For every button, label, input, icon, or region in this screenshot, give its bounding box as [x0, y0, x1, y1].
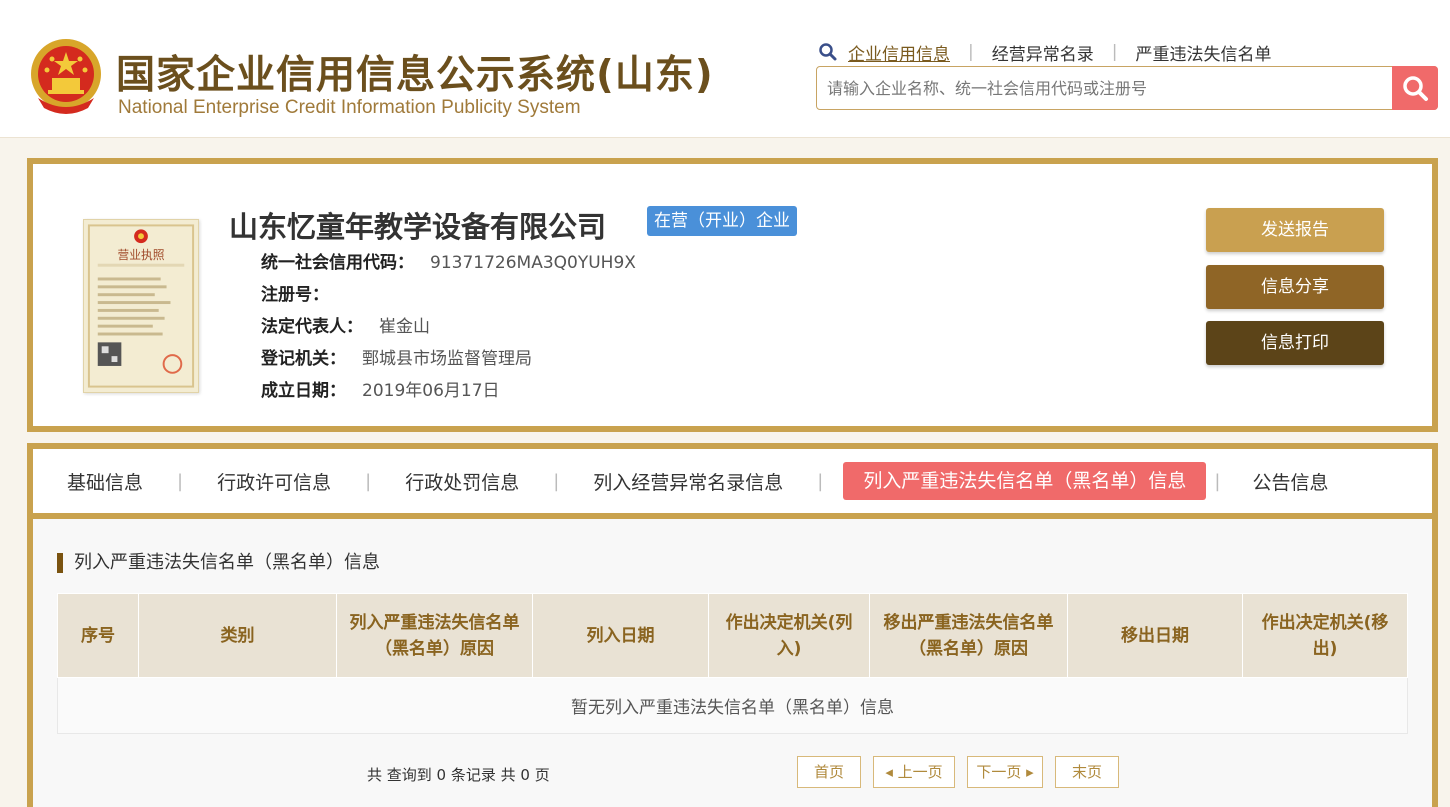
field-label: 统一社会信用代码： — [261, 253, 414, 273]
first-page-button[interactable]: 首页 — [797, 756, 861, 788]
column-header: 列入严重违法失信名单（黑名单）原因 — [336, 593, 533, 678]
national-emblem-icon — [31, 39, 101, 114]
field-establishment-date: 成立日期： 2019年06月17日 — [261, 380, 636, 412]
field-label: 登记机关： — [261, 349, 346, 369]
column-header: 移出日期 — [1067, 593, 1243, 678]
field-label: 注册号： — [261, 285, 329, 305]
field-label: 成立日期： — [261, 381, 346, 401]
search-icon — [1403, 76, 1428, 101]
top-nav: 企业信用信息 | 经营异常名录 | 严重违法失信名单 — [818, 40, 1271, 65]
nav-separator: | — [968, 42, 974, 62]
table-header-row: 序号 类别 列入严重违法失信名单（黑名单）原因 列入日期 作出决定机关(列入) … — [57, 593, 1408, 678]
field-registration-authority: 登记机关： 鄄城县市场监督管理局 — [261, 348, 636, 380]
site-subtitle: National Enterprise Credit Information P… — [118, 97, 581, 118]
column-header: 类别 — [138, 593, 337, 678]
site-title: 国家企业信用信息公示系统(山东) — [116, 53, 714, 98]
license-title: 营业执照 — [117, 248, 164, 262]
blacklist-section: 列入严重违法失信名单（黑名单）信息 序号 类别 列入严重违法失信名单（黑名单）原… — [33, 519, 1432, 807]
company-name: 山东忆童年教学设备有限公司 — [229, 210, 607, 244]
send-report-button[interactable]: 发送报告 — [1206, 208, 1384, 252]
empty-table-message: 暂无列入严重违法失信名单（黑名单）信息 — [57, 677, 1408, 734]
business-license-image[interactable]: 营业执照 — [83, 219, 199, 393]
record-count: 共 查询到 0 条记录 共 0 页 — [367, 766, 550, 784]
last-page-button[interactable]: 末页 — [1055, 756, 1119, 788]
search-box — [816, 66, 1438, 110]
tab-admin-penalty[interactable]: 行政处罚信息 — [405, 468, 519, 495]
table-row: 暂无列入严重违法失信名单（黑名单）信息 — [57, 677, 1408, 734]
field-registration-number: 注册号： — [261, 284, 636, 316]
share-info-button[interactable]: 信息分享 — [1206, 265, 1384, 309]
column-header: 作出决定机关(列入) — [708, 593, 870, 678]
search-input[interactable] — [817, 67, 1391, 109]
company-info-panel: 营业执照 山东忆童年教学设备有限公司 在营（开业）企业 统一社会信用代码： 913… — [27, 158, 1438, 432]
tab-separator: | — [553, 470, 560, 492]
nav-separator: | — [1111, 42, 1118, 62]
tab-blacklist[interactable]: 列入严重违法失信名单（黑名单）信息 — [843, 462, 1207, 500]
company-fields: 统一社会信用代码： 91371726MA3Q0YUH9X 注册号： 法定代表人： 崔… — [261, 252, 636, 412]
field-value: 91371726MA3Q0YUH9X — [430, 253, 636, 273]
field-label: 法定代表人： — [261, 317, 363, 337]
detail-panel: 基础信息 | 行政许可信息 | 行政处罚信息 | 列入经营异常名录信息 | 列入… — [27, 443, 1438, 807]
blacklist-table: 序号 类别 列入严重违法失信名单（黑名单）原因 列入日期 作出决定机关(列入) … — [57, 593, 1408, 734]
tab-separator: | — [365, 470, 372, 492]
search-icon — [819, 43, 837, 61]
column-header: 列入日期 — [532, 593, 709, 678]
column-header: 作出决定机关(移出) — [1242, 593, 1408, 678]
tab-abnormal-list[interactable]: 列入经营异常名录信息 — [593, 468, 783, 495]
column-header: 移出严重违法失信名单（黑名单）原因 — [869, 593, 1068, 678]
section-title: 列入严重违法失信名单（黑名单）信息 — [57, 553, 380, 573]
info-tabs: 基础信息 | 行政许可信息 | 行政处罚信息 | 列入经营异常名录信息 | 列入… — [33, 449, 1432, 519]
tab-separator: | — [177, 470, 184, 492]
field-value: 鄄城县市场监督管理局 — [362, 349, 532, 369]
pagination: 首页 ◂ 上一页 下一页 ▸ 末页 — [797, 756, 1131, 788]
field-credit-code: 统一社会信用代码： 91371726MA3Q0YUH9X — [261, 252, 636, 284]
prev-page-button[interactable]: ◂ 上一页 — [873, 756, 955, 788]
field-value: 崔金山 — [379, 317, 430, 337]
next-page-button[interactable]: 下一页 ▸ — [967, 756, 1043, 788]
tab-separator: | — [817, 470, 824, 492]
tab-announcements[interactable]: 公告信息 — [1252, 468, 1328, 495]
field-legal-representative: 法定代表人： 崔金山 — [261, 316, 636, 348]
status-badge: 在营（开业）企业 — [647, 206, 797, 236]
nav-blacklist[interactable]: 严重违法失信名单 — [1135, 40, 1271, 65]
column-header: 序号 — [57, 593, 139, 678]
nav-enterprise-credit[interactable]: 企业信用信息 — [848, 40, 950, 65]
print-info-button[interactable]: 信息打印 — [1206, 321, 1384, 365]
search-button[interactable] — [1392, 66, 1438, 110]
field-value: 2019年06月17日 — [362, 381, 500, 401]
site-header: 国家企业信用信息公示系统(山东) National Enterprise Cre… — [0, 0, 1450, 138]
tab-basic-info[interactable]: 基础信息 — [67, 468, 143, 495]
nav-abnormal-list[interactable]: 经营异常名录 — [992, 40, 1094, 65]
tab-admin-license[interactable]: 行政许可信息 — [217, 468, 331, 495]
tab-separator: | — [1214, 470, 1221, 492]
